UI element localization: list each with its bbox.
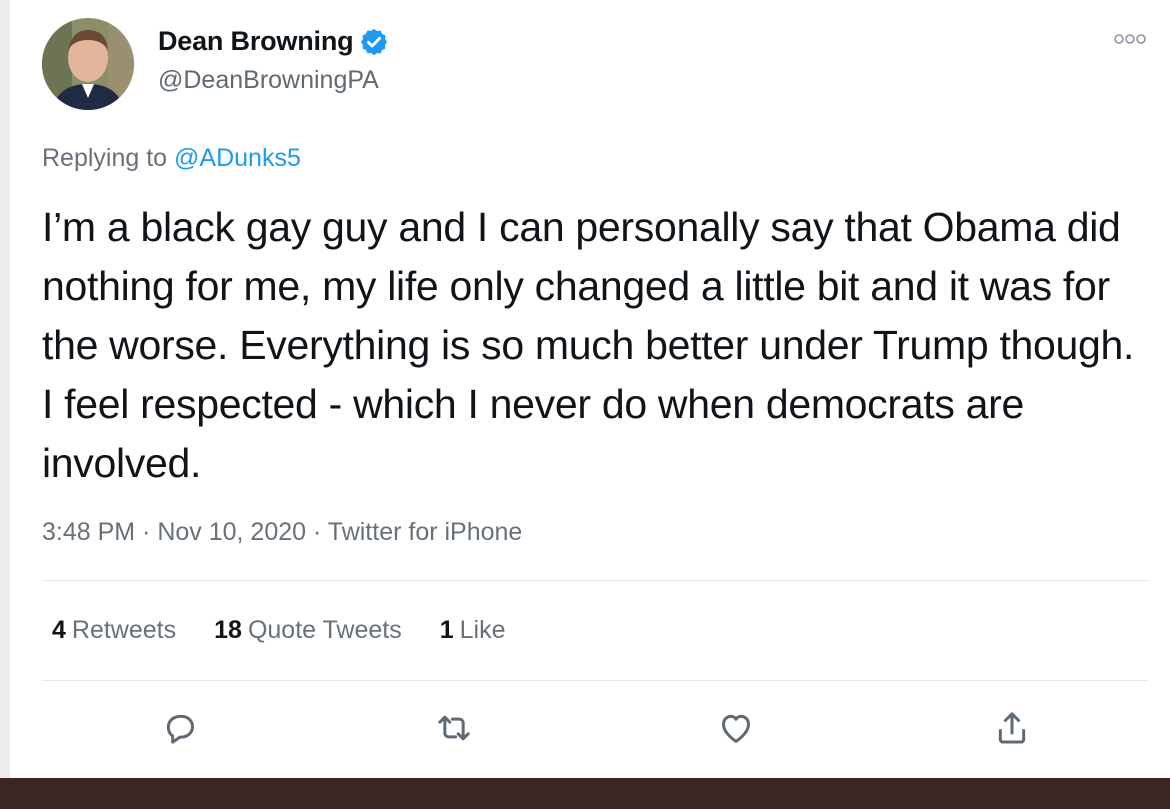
tweet-card: Dean Browning @DeanBrowningPA Replying t…	[0, 0, 1170, 778]
display-name[interactable]: Dean Browning	[158, 26, 354, 57]
quote-tweets-label: Quote Tweets	[247, 616, 402, 644]
replying-to: Replying to @ADunks5	[42, 144, 301, 173]
author-handle[interactable]: @DeanBrowningPA	[158, 66, 379, 95]
retweets-stat[interactable]: 4 Retweets	[52, 616, 176, 645]
retweets-label: Retweets	[71, 616, 177, 644]
verified-badge-icon	[359, 27, 389, 57]
reply-button[interactable]	[160, 708, 200, 748]
share-button[interactable]	[992, 708, 1032, 748]
retweet-icon	[438, 715, 470, 741]
tweet-timestamp-source[interactable]: 3:48 PM · Nov 10, 2020 · Twitter for iPh…	[42, 518, 522, 547]
avatar[interactable]	[42, 18, 134, 110]
like-button[interactable]	[716, 708, 756, 748]
divider	[42, 680, 1148, 681]
replying-to-label: Replying to	[42, 144, 168, 172]
avatar-photo	[42, 18, 134, 110]
likes-count: 1	[439, 616, 454, 644]
divider	[42, 580, 1148, 581]
author-name-row[interactable]: Dean Browning	[158, 26, 389, 57]
more-options-icon[interactable]	[1112, 32, 1148, 46]
share-icon	[998, 712, 1026, 744]
likes-stat[interactable]: 1 Like	[440, 616, 506, 645]
retweets-count: 4	[52, 616, 66, 644]
retweet-button[interactable]	[434, 708, 474, 748]
quote-tweets-count: 18	[214, 616, 242, 644]
engagement-stats: 4 Retweets 18 Quote Tweets 1 Like	[52, 616, 544, 645]
tweet-text: I’m a black gay guy and I can personally…	[42, 204, 1135, 486]
quote-tweets-stat[interactable]: 18 Quote Tweets	[214, 616, 402, 645]
reply-icon	[166, 714, 194, 744]
likes-label: Like	[459, 616, 506, 644]
heart-icon	[722, 714, 750, 743]
reply-mention-link[interactable]: @ADunks5	[174, 144, 301, 172]
